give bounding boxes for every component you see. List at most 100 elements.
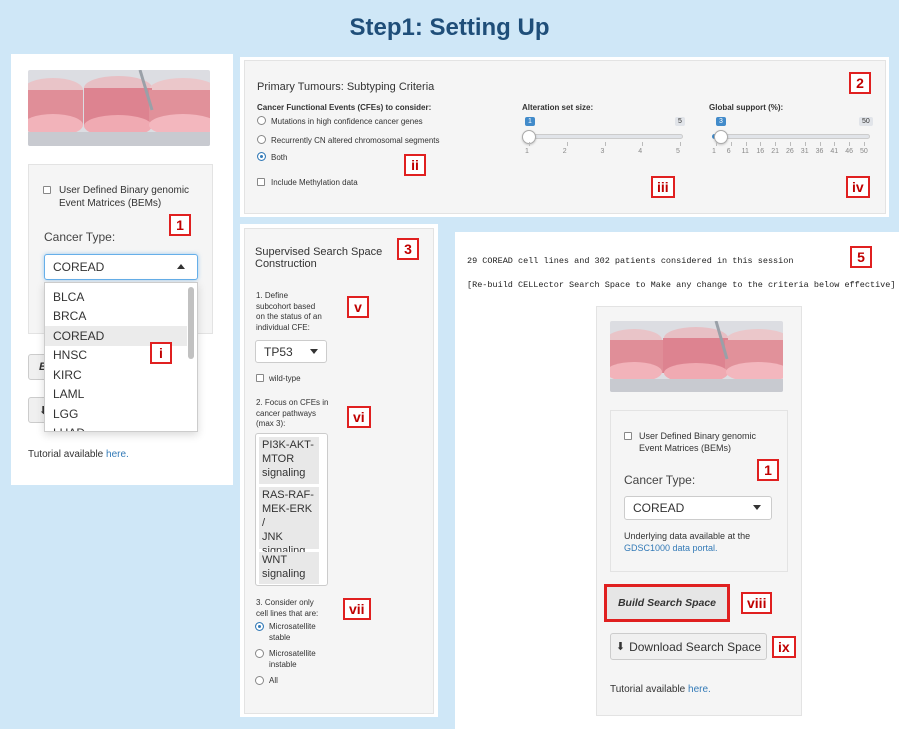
step1-instruction-line: 1. Define — [256, 291, 289, 300]
step2-instruction-line: cancer pathways — [256, 408, 317, 418]
step1-instruction-line: on the status of an — [256, 312, 322, 321]
pathway-option[interactable]: RAS-RAF- MEK-ERK / JNK signaling — [259, 487, 319, 557]
slider-tick — [604, 142, 606, 146]
supervised-heading-line1: Supervised Search Space — [255, 246, 383, 258]
slider-tick-label: 21 — [771, 148, 779, 155]
methylation-checkbox[interactable] — [257, 178, 265, 186]
cancer-type-select[interactable]: COREAD — [44, 254, 198, 280]
step2-instruction-line: (max 3): — [256, 419, 286, 428]
slider-tick — [760, 142, 762, 146]
callout-5: 5 — [850, 246, 872, 268]
slider-tick — [775, 142, 777, 146]
slider-tick — [716, 142, 717, 146]
pathway-option-line: WNT — [262, 554, 288, 566]
underlying-data-text: Underlying data available at the — [624, 531, 751, 541]
wildtype-label: wild-type — [269, 374, 301, 383]
callout-iii: iii — [651, 176, 675, 198]
slider-tick — [834, 142, 836, 146]
tutorial-prefix-left: Tutorial available — [28, 449, 107, 460]
slider-tick — [642, 142, 644, 146]
radio-cn-altered[interactable] — [257, 135, 266, 144]
slider-tick — [849, 142, 851, 146]
tutorial-link-left[interactable]: here. — [106, 449, 129, 460]
cancer-type-label: Cancer Type: — [44, 230, 116, 244]
radio-both[interactable] — [257, 152, 266, 161]
step2-instruction-line: 2. Focus on CFEs in — [256, 398, 329, 407]
support-slider-track[interactable] — [712, 134, 870, 139]
dropdown-option[interactable]: KIRC — [45, 365, 187, 385]
build-search-space-button[interactable]: Build Search Space — [604, 584, 730, 622]
callout-vii: vii — [343, 598, 371, 620]
slider-tick — [529, 142, 530, 146]
dropdown-option[interactable]: BRCA — [45, 307, 187, 327]
slider-tick-label: 26 — [786, 148, 794, 155]
cancer-type-select-value-2: COREAD — [633, 501, 685, 515]
msi-radio[interactable] — [255, 649, 264, 658]
slider-tick-label: 16 — [756, 148, 765, 155]
dropdown-option[interactable]: LAML — [45, 385, 187, 405]
build-search-space-label: Build Search Space — [617, 597, 717, 609]
radio-mutations[interactable] — [257, 116, 266, 125]
alteration-max-tag: 5 — [675, 117, 685, 126]
slider-tick-label: 2 — [562, 148, 567, 155]
slider-tick — [745, 142, 747, 146]
bem-checkbox[interactable] — [43, 186, 51, 194]
callout-ii: ii — [404, 154, 426, 176]
cell-culture-image-2 — [610, 321, 783, 392]
cancer-type-label-2: Cancer Type: — [624, 473, 696, 487]
step1-instruction-line: subcohort based — [256, 301, 316, 311]
criteria-heading: Primary Tumours: Subtyping Criteria — [257, 81, 435, 93]
pathway-option-line: MEK-ERK / — [262, 503, 313, 529]
pathway-option-line: MTOR — [262, 453, 295, 465]
slider-tick-label: 4 — [638, 148, 643, 155]
slider-tick-label: 11 — [741, 148, 749, 155]
dropdown-option[interactable]: BLCA — [45, 287, 187, 307]
pathway-option-line: signaling — [262, 568, 306, 580]
download-icon-2: ⬇ — [615, 641, 626, 653]
slider-tick-label: 1 — [525, 148, 529, 155]
rebuild-notice-text: [Re-build CELLector Search Space to Make… — [467, 280, 896, 290]
slider-tick-label: 50 — [860, 148, 868, 155]
callout-2: 2 — [849, 72, 871, 94]
support-max-tag: 50 — [859, 117, 873, 126]
step3-instruction-line: cell lines that are: — [256, 608, 319, 618]
step1-instruction-line: individual CFE: — [256, 322, 310, 332]
msi-radio[interactable] — [255, 622, 264, 631]
option-cn-altered: Recurrently CN altered chromosomal segme… — [271, 136, 440, 145]
msi-option-line: stable — [269, 633, 291, 642]
support-value-tag: 3 — [716, 117, 726, 126]
msi-radio[interactable] — [255, 676, 264, 685]
bem-checkbox-2[interactable] — [624, 432, 632, 440]
dropdown-option[interactable]: LGG — [45, 404, 187, 424]
dropdown-option[interactable]: LUAD — [45, 424, 187, 431]
msi-option-line: Microsatellite — [269, 622, 316, 631]
wildtype-checkbox[interactable] — [256, 374, 264, 382]
pathway-option[interactable]: PI3K-AKT- MTOR signaling — [259, 437, 319, 484]
gdsc-portal-link[interactable]: GDSC1000 data portal. — [624, 543, 718, 553]
alteration-slider-track[interactable] — [527, 134, 683, 139]
slider-tick-label: 36 — [815, 148, 824, 155]
bem-label-line1: User Defined Binary genomic — [59, 185, 190, 196]
callout-3: 3 — [397, 238, 419, 260]
dropdown-scrollbar[interactable] — [188, 287, 194, 359]
pathway-option[interactable]: WNT signaling — [259, 552, 319, 584]
download-search-space-button[interactable]: ⬇ Download Search Space — [610, 633, 767, 660]
slider-tick — [566, 142, 568, 146]
cell-culture-image — [28, 70, 210, 146]
slider-tick-label: 46 — [845, 148, 853, 155]
callout-viii: viii — [741, 592, 773, 614]
chevron-down-icon — [310, 349, 318, 354]
tutorial-link-right[interactable]: here. — [688, 684, 711, 695]
slider-tick-label: 3 — [600, 148, 605, 155]
callout-iv: iv — [846, 176, 870, 198]
pathway-option-line: RAS-RAF- — [262, 489, 314, 501]
slider-tick — [730, 142, 732, 146]
cfe-label: Cancer Functional Events (CFEs) to consi… — [257, 103, 432, 112]
tutorial-prefix-right: Tutorial available — [610, 684, 689, 695]
page-title: Step1: Setting Up — [349, 14, 550, 41]
cancer-type-select-2[interactable]: COREAD — [624, 496, 772, 520]
chevron-up-icon — [177, 264, 185, 269]
slider-tick-label: 1 — [712, 148, 716, 155]
pathway-option-line: PI3K-AKT- — [262, 439, 314, 451]
support-label: Global support (%): — [709, 103, 784, 112]
